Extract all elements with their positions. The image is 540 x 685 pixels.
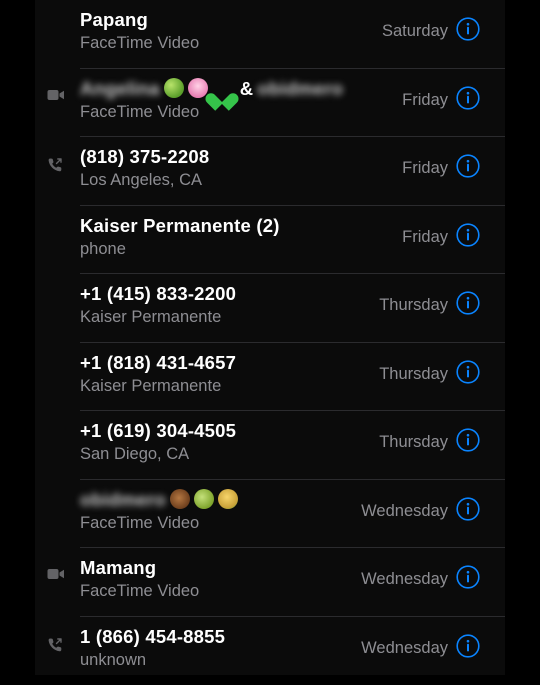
- call-day: Wednesday: [361, 502, 448, 521]
- call-detail: phone: [80, 240, 126, 259]
- call-day: Friday: [402, 228, 448, 247]
- ampersand: &: [240, 78, 254, 99]
- call-row[interactable]: +1 (415) 833-2200 Kaiser Permanente Thur…: [0, 274, 540, 343]
- call-day: Thursday: [379, 296, 448, 315]
- info-icon[interactable]: [456, 565, 480, 589]
- contact-name: Angelina &obidmero: [80, 78, 343, 100]
- recents-call-list: Papang FaceTime Video Saturday Angelina &…: [0, 0, 540, 685]
- contact-name-blurred: Angelina: [80, 78, 160, 99]
- info-icon[interactable]: [456, 360, 480, 384]
- call-day: Wednesday: [361, 570, 448, 589]
- contact-name: +1 (619) 304-4505: [80, 420, 236, 442]
- call-row[interactable]: (818) 375-2208 Los Angeles, CA Friday: [0, 137, 540, 206]
- info-icon[interactable]: [456, 291, 480, 315]
- call-row[interactable]: Kaiser Permanente (2) phone Friday: [0, 206, 540, 275]
- frog-face-emoji: [164, 78, 184, 98]
- call-row-papang[interactable]: Papang FaceTime Video Saturday: [0, 0, 540, 69]
- call-day: Thursday: [379, 365, 448, 384]
- contact-name: 1 (866) 454-8855: [80, 626, 225, 648]
- contact-name: obidmero: [80, 489, 238, 511]
- contact-name: +1 (415) 833-2200: [80, 283, 236, 305]
- call-row-mamang[interactable]: Mamang FaceTime Video Wednesday: [0, 548, 540, 617]
- vomiting-face-emoji: [218, 489, 238, 509]
- info-icon[interactable]: [456, 17, 480, 41]
- call-detail: FaceTime Video: [80, 514, 199, 533]
- call-day: Wednesday: [361, 639, 448, 658]
- call-detail: Los Angeles, CA: [80, 171, 202, 190]
- info-icon[interactable]: [456, 86, 480, 110]
- info-icon[interactable]: [456, 634, 480, 658]
- contact-name: Kaiser Permanente (2): [80, 215, 280, 237]
- call-detail: Kaiser Permanente: [80, 377, 221, 396]
- call-detail: Kaiser Permanente: [80, 308, 221, 327]
- info-icon[interactable]: [456, 497, 480, 521]
- contact-name: Papang: [80, 9, 148, 31]
- contact-name: Mamang: [80, 557, 156, 579]
- video-camera-icon: [47, 568, 67, 584]
- contact-name-blurred: obidmero: [257, 78, 343, 99]
- call-detail: unknown: [80, 651, 146, 670]
- call-row-group[interactable]: Angelina &obidmero FaceTime Video Friday: [0, 69, 540, 138]
- lotus-emoji: [188, 78, 208, 98]
- call-day: Saturday: [382, 22, 448, 41]
- call-day: Friday: [402, 159, 448, 178]
- call-row[interactable]: +1 (619) 304-4505 San Diego, CA Thursday: [0, 411, 540, 480]
- pile-of-poo-emoji: [170, 489, 190, 509]
- contact-name: +1 (818) 431-4657: [80, 352, 236, 374]
- call-day: Thursday: [379, 433, 448, 452]
- call-detail: FaceTime Video: [80, 103, 199, 122]
- call-day: Friday: [402, 91, 448, 110]
- call-detail: San Diego, CA: [80, 445, 189, 464]
- call-row[interactable]: +1 (818) 431-4657 Kaiser Permanente Thur…: [0, 343, 540, 412]
- call-detail: FaceTime Video: [80, 582, 199, 601]
- info-icon[interactable]: [456, 223, 480, 247]
- contact-name-blurred: obidmero: [80, 489, 166, 510]
- info-icon[interactable]: [456, 428, 480, 452]
- nauseated-face-emoji: [194, 489, 214, 509]
- video-camera-icon: [47, 89, 67, 105]
- phone-outgoing-icon: [47, 157, 67, 173]
- call-detail: FaceTime Video: [80, 34, 199, 53]
- info-icon[interactable]: [456, 154, 480, 178]
- call-row[interactable]: obidmero FaceTime Video Wednesday: [0, 480, 540, 549]
- contact-name: (818) 375-2208: [80, 146, 209, 168]
- phone-outgoing-icon: [47, 637, 67, 653]
